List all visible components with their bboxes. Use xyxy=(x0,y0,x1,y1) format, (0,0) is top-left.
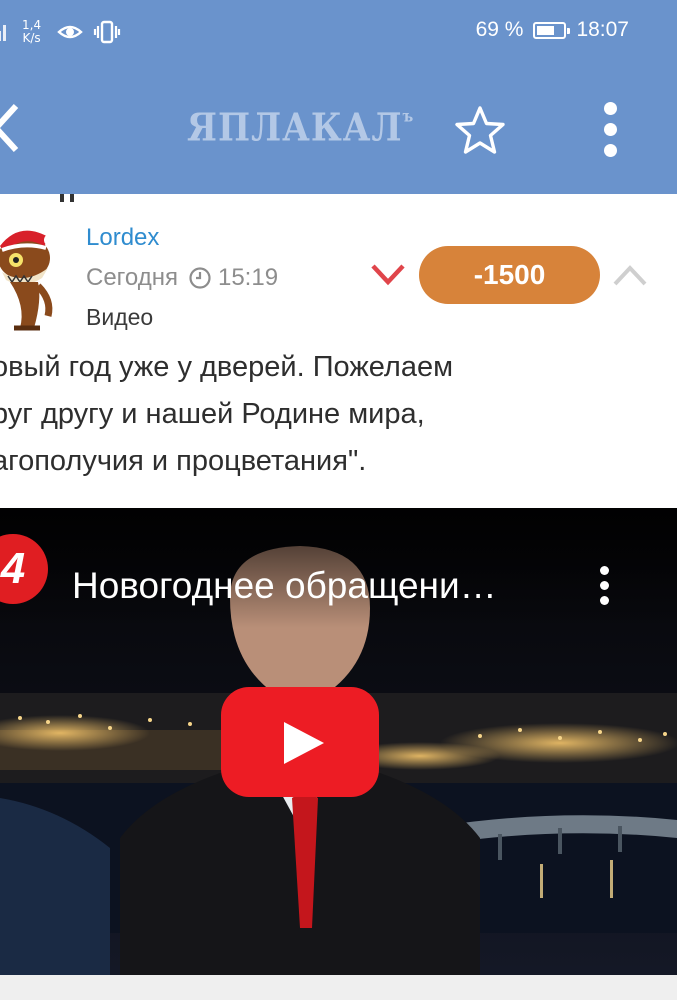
clock-icon xyxy=(189,267,211,289)
post-card: Lordex Сегодня 15:19 Видео -1500 овый го… xyxy=(0,194,677,508)
post-time: 15:19 xyxy=(217,264,279,291)
post-meta: Сегодня 15:19 xyxy=(86,264,278,292)
app-bar: ЯПЛАКАЛъ xyxy=(0,64,677,194)
back-icon[interactable] xyxy=(0,102,26,154)
more-vertical-icon[interactable] xyxy=(597,566,611,612)
post-text: овый год уже у дверей. Пожелаем руг друг… xyxy=(0,351,454,477)
battery-level-fill xyxy=(537,25,555,35)
chevron-down-icon[interactable] xyxy=(368,260,408,290)
logo-text: ЯПЛАКАЛ xyxy=(187,105,403,151)
network-speed-unit: K/s xyxy=(22,31,41,45)
signal-icon xyxy=(0,21,12,43)
chevron-up-icon[interactable] xyxy=(610,260,650,290)
post-date: Сегодня xyxy=(86,264,178,291)
battery-icon xyxy=(533,21,571,39)
post-author[interactable]: Lordex xyxy=(86,224,159,252)
logo-suffix: ъ xyxy=(402,107,415,126)
network-speed: 1,4 K/s xyxy=(22,19,41,45)
avatar[interactable] xyxy=(0,216,60,336)
vibrate-icon xyxy=(93,20,121,44)
status-bar-right: 69 % 18:07 xyxy=(476,18,629,42)
status-bar: 1,4 K/s 69 % 18:07 xyxy=(0,0,677,64)
eye-icon xyxy=(57,25,83,39)
battery-percent: 69 % xyxy=(475,18,524,41)
more-vertical-icon[interactable] xyxy=(592,102,628,158)
status-bar-left: 1,4 K/s xyxy=(0,14,121,50)
video-player[interactable]: 4 Новогоднее обращени… xyxy=(0,508,677,975)
post-section[interactable]: Видео xyxy=(86,304,153,331)
rating-badge: -1500 xyxy=(419,246,600,304)
previous-text-fragment xyxy=(60,194,74,202)
play-icon[interactable] xyxy=(221,687,379,797)
video-title[interactable]: Новогоднее обращени… xyxy=(72,565,497,607)
clock-time: 18:07 xyxy=(576,18,629,41)
site-logo[interactable]: ЯПЛАКАЛъ xyxy=(187,106,414,151)
page-bottom-strip xyxy=(0,975,677,1000)
star-icon[interactable] xyxy=(452,104,508,158)
